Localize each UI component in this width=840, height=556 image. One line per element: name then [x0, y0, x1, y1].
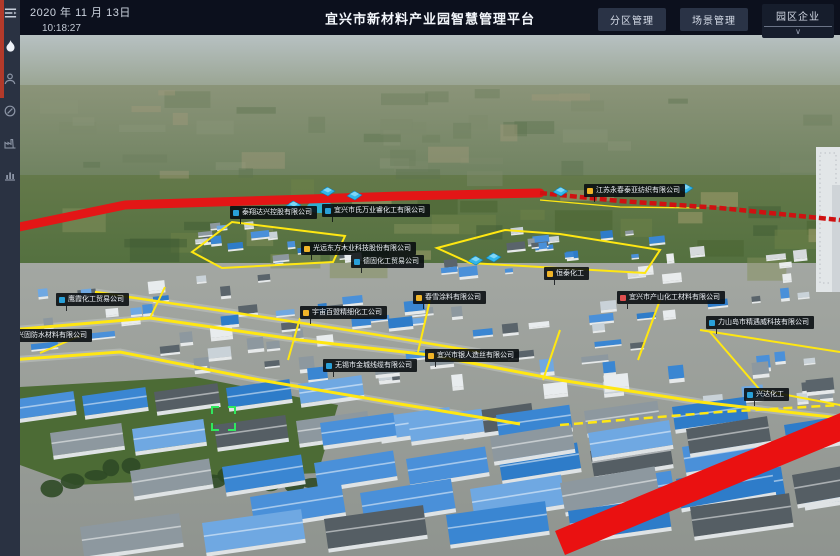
- company-marker-icon: [416, 295, 422, 301]
- bar-chart-icon[interactable]: [0, 163, 20, 187]
- gauge-icon[interactable]: [0, 99, 20, 123]
- company-name-text: 恒泰化工: [556, 269, 584, 278]
- company-marker-icon: [303, 310, 309, 316]
- top-bar: 2020 年 11 月 13日 10:18:27 宜兴市新材料产业园智慧管理平台…: [20, 0, 840, 35]
- map-company-label-5[interactable]: 恒泰化工: [544, 267, 589, 280]
- company-marker-icon: [428, 353, 434, 359]
- company-name-text: 宜兴市产山化工材料有限公司: [629, 293, 720, 302]
- company-marker-icon: [325, 208, 331, 214]
- map-company-label-4[interactable]: 江苏永春泰亚纺织有限公司: [584, 184, 685, 197]
- page-title: 宜兴市新材料产业园智慧管理平台: [325, 8, 535, 27]
- company-marker-icon: [547, 271, 553, 277]
- company-marker-icon: [304, 246, 310, 252]
- map-company-label-8[interactable]: 鹰霞化工贸易公司: [56, 293, 129, 306]
- company-marker-icon: [620, 295, 626, 301]
- map-company-label-12[interactable]: 宜兴市银人造丝有限公司: [425, 349, 519, 362]
- sidebar-accent-strip: [0, 0, 4, 98]
- company-name-text: 泰翔达兴控股有限公司: [242, 208, 312, 217]
- company-marker-icon: [747, 392, 753, 398]
- horizon-haze: [20, 35, 840, 90]
- company-name-text: 德固化工贸易公司: [363, 257, 419, 266]
- map-company-label-0[interactable]: 泰翔达兴控股有限公司: [230, 206, 317, 219]
- map-company-label-9[interactable]: 宜兴固防水材料有限公司: [20, 329, 92, 342]
- map-company-label-14[interactable]: 兴达化工: [744, 388, 789, 401]
- zone-management-button[interactable]: 分区管理: [598, 8, 666, 31]
- map-company-label-10[interactable]: 春雪涂料有限公司: [413, 291, 486, 304]
- date-text: 2020 年 11 月 13日: [30, 4, 131, 20]
- company-name-text: 宜兴市银人造丝有限公司: [437, 351, 514, 360]
- company-marker-icon: [233, 210, 239, 216]
- scene-management-button[interactable]: 场景管理: [680, 8, 748, 31]
- company-name-text: 无锡市金城线缆有限公司: [335, 361, 412, 370]
- company-name-text: 春雪涂料有限公司: [425, 293, 481, 302]
- park-enterprise-label: 园区企业: [762, 6, 834, 26]
- company-name-text: 宇宙百盟精细化工公司: [312, 308, 382, 317]
- top-buttons: 分区管理 场景管理 园区企业 ∨: [598, 4, 834, 38]
- time-text: 10:18:27: [42, 23, 131, 34]
- company-name-text: 光远东方木业科技股份有限公司: [313, 244, 411, 253]
- company-marker-icon: [587, 188, 593, 194]
- company-marker-icon: [709, 320, 715, 326]
- map-company-label-13[interactable]: 无锡市金城线缆有限公司: [323, 359, 417, 372]
- map-company-label-7[interactable]: 力山岛市精遇威科技有限公司: [706, 316, 814, 329]
- company-name-text: 江苏永春泰亚纺织有限公司: [596, 186, 680, 195]
- map-company-label-1[interactable]: 宜兴市氏万业睿化工有限公司: [322, 204, 430, 217]
- chevron-down-icon: ∨: [762, 27, 834, 37]
- company-name-text: 力山岛市精遇威科技有限公司: [718, 318, 809, 327]
- map-company-label-2[interactable]: 光远东方木业科技股份有限公司: [301, 242, 416, 255]
- map-3d-viewport[interactable]: 泰翔达兴控股有限公司 宜兴市氏万业睿化工有限公司光远东方木业科技股份有限公司德固化…: [20, 35, 840, 556]
- company-name-text: 宜兴固防水材料有限公司: [20, 331, 87, 340]
- map-company-label-11[interactable]: 宇宙百盟精细化工公司: [300, 306, 387, 319]
- datetime: 2020 年 11 月 13日 10:18:27: [30, 4, 131, 34]
- map-company-label-6[interactable]: 宜兴市产山化工材料有限公司: [617, 291, 725, 304]
- company-marker-icon: [59, 297, 65, 303]
- company-marker-icon: [354, 259, 360, 265]
- park-enterprise-dropdown[interactable]: 园区企业 ∨: [762, 4, 834, 38]
- company-name-text: 宜兴市氏万业睿化工有限公司: [334, 206, 425, 215]
- company-name-text: 鹰霞化工贸易公司: [68, 295, 124, 304]
- factory-icon[interactable]: [0, 131, 20, 155]
- map-company-label-3[interactable]: 德固化工贸易公司: [351, 255, 424, 268]
- company-marker-icon: [326, 363, 332, 369]
- company-name-text: 兴达化工: [756, 390, 784, 399]
